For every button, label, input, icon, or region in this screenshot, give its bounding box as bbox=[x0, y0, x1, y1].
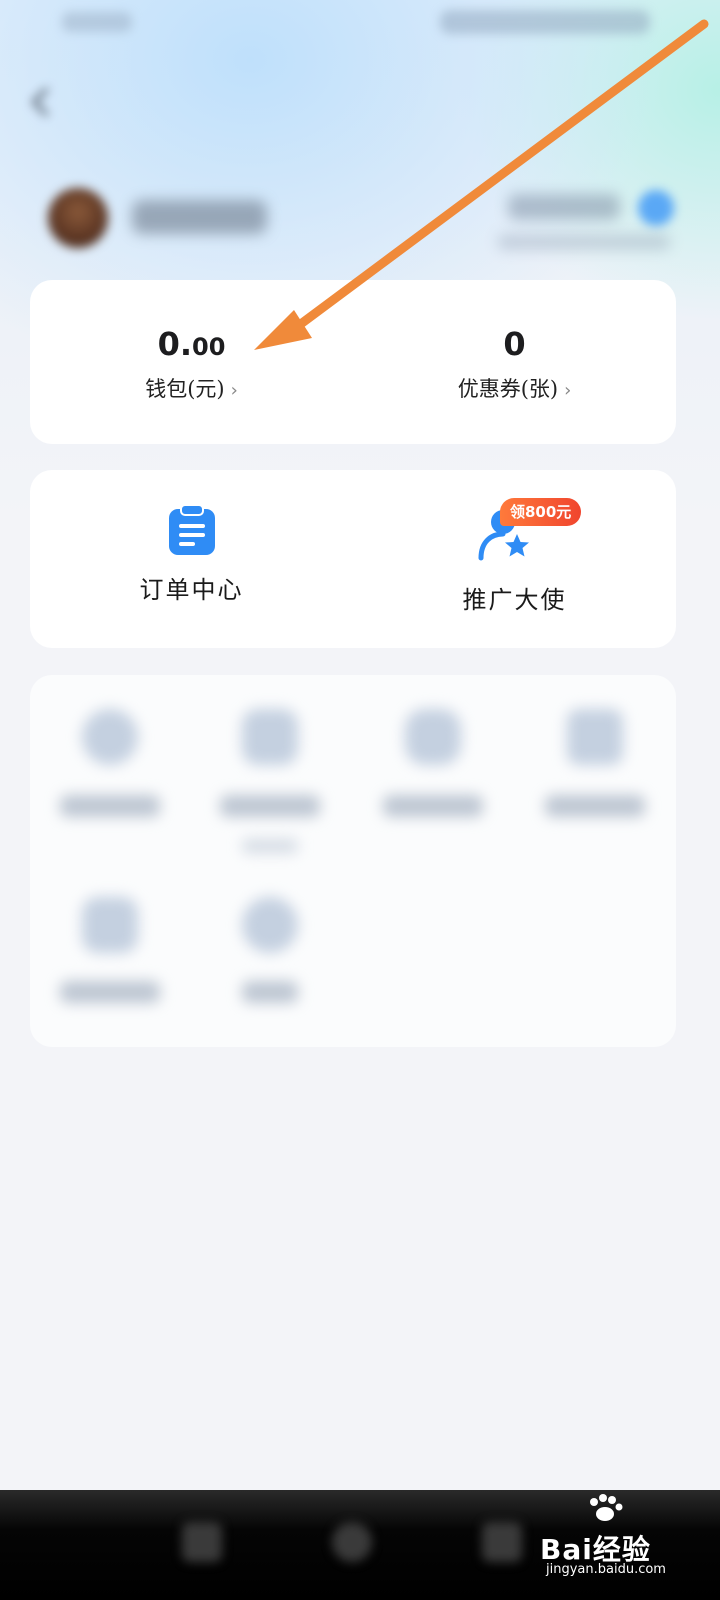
tool-label bbox=[60, 795, 160, 817]
wallet-balance: 0.00 bbox=[157, 325, 226, 363]
coupons-label: 优惠券(张) bbox=[457, 377, 559, 401]
chevron-right-icon: › bbox=[230, 380, 238, 401]
assets-card: 0.00 钱包(元) › 0 优惠券(张) › bbox=[30, 280, 676, 444]
tool-item[interactable] bbox=[30, 897, 190, 1017]
coupons-stat[interactable]: 0 优惠券(张) › bbox=[353, 280, 676, 444]
status-time bbox=[62, 12, 132, 32]
status-bar bbox=[0, 0, 720, 50]
back-button[interactable] bbox=[22, 82, 62, 122]
tool-icon bbox=[82, 709, 138, 765]
wallet-stat[interactable]: 0.00 钱包(元) › bbox=[30, 280, 353, 444]
member-subtitle bbox=[498, 234, 670, 250]
coupons-count: 0 bbox=[503, 325, 526, 363]
tool-label bbox=[242, 981, 298, 1003]
nav-recent-icon[interactable] bbox=[482, 1522, 522, 1562]
tool-item[interactable] bbox=[190, 897, 350, 1017]
nav-back-icon[interactable] bbox=[182, 1522, 222, 1562]
username bbox=[132, 200, 267, 234]
tool-icon bbox=[242, 897, 298, 953]
member-icon[interactable] bbox=[638, 190, 674, 226]
status-icons bbox=[440, 10, 650, 34]
chevron-left-icon bbox=[32, 88, 48, 116]
watermark: Bai经验 jingyan.baidu.com bbox=[540, 1494, 715, 1594]
promoter-button[interactable]: 推广大使 bbox=[353, 470, 676, 648]
tool-item[interactable] bbox=[353, 709, 513, 869]
tool-icon bbox=[405, 709, 461, 765]
coupons-label-row: 优惠券(张) › bbox=[353, 374, 676, 406]
order-center-label: 订单中心 bbox=[139, 576, 244, 604]
tool-item[interactable] bbox=[515, 709, 675, 869]
chevron-right-icon: › bbox=[564, 380, 572, 401]
promoter-label: 推广大使 bbox=[462, 586, 567, 614]
avatar[interactable] bbox=[48, 188, 108, 248]
tool-item[interactable] bbox=[190, 709, 350, 869]
member-center-link[interactable] bbox=[508, 194, 620, 220]
functions-card: 订单中心 推广大使 领800元 bbox=[30, 470, 676, 648]
tools-grid bbox=[30, 675, 676, 1047]
tools-card bbox=[30, 675, 676, 1047]
tool-icon bbox=[242, 709, 298, 765]
nav-home-icon[interactable] bbox=[332, 1522, 372, 1562]
tool-label bbox=[220, 795, 320, 817]
tool-icon bbox=[567, 709, 623, 765]
promo-badge: 领800元 bbox=[500, 498, 582, 526]
wallet-label: 钱包(元) bbox=[145, 377, 225, 401]
watermark-url: jingyan.baidu.com bbox=[546, 1562, 666, 1577]
clipboard-icon bbox=[169, 504, 215, 555]
tool-sublabel bbox=[242, 839, 298, 853]
tool-label bbox=[383, 795, 483, 817]
tool-item[interactable] bbox=[30, 709, 190, 869]
tool-label bbox=[545, 795, 645, 817]
tool-label bbox=[60, 981, 160, 1003]
order-center-button[interactable]: 订单中心 bbox=[30, 470, 353, 648]
tool-icon bbox=[82, 897, 138, 953]
wallet-label-row: 钱包(元) › bbox=[30, 374, 353, 406]
paw-icon bbox=[590, 1494, 623, 1521]
